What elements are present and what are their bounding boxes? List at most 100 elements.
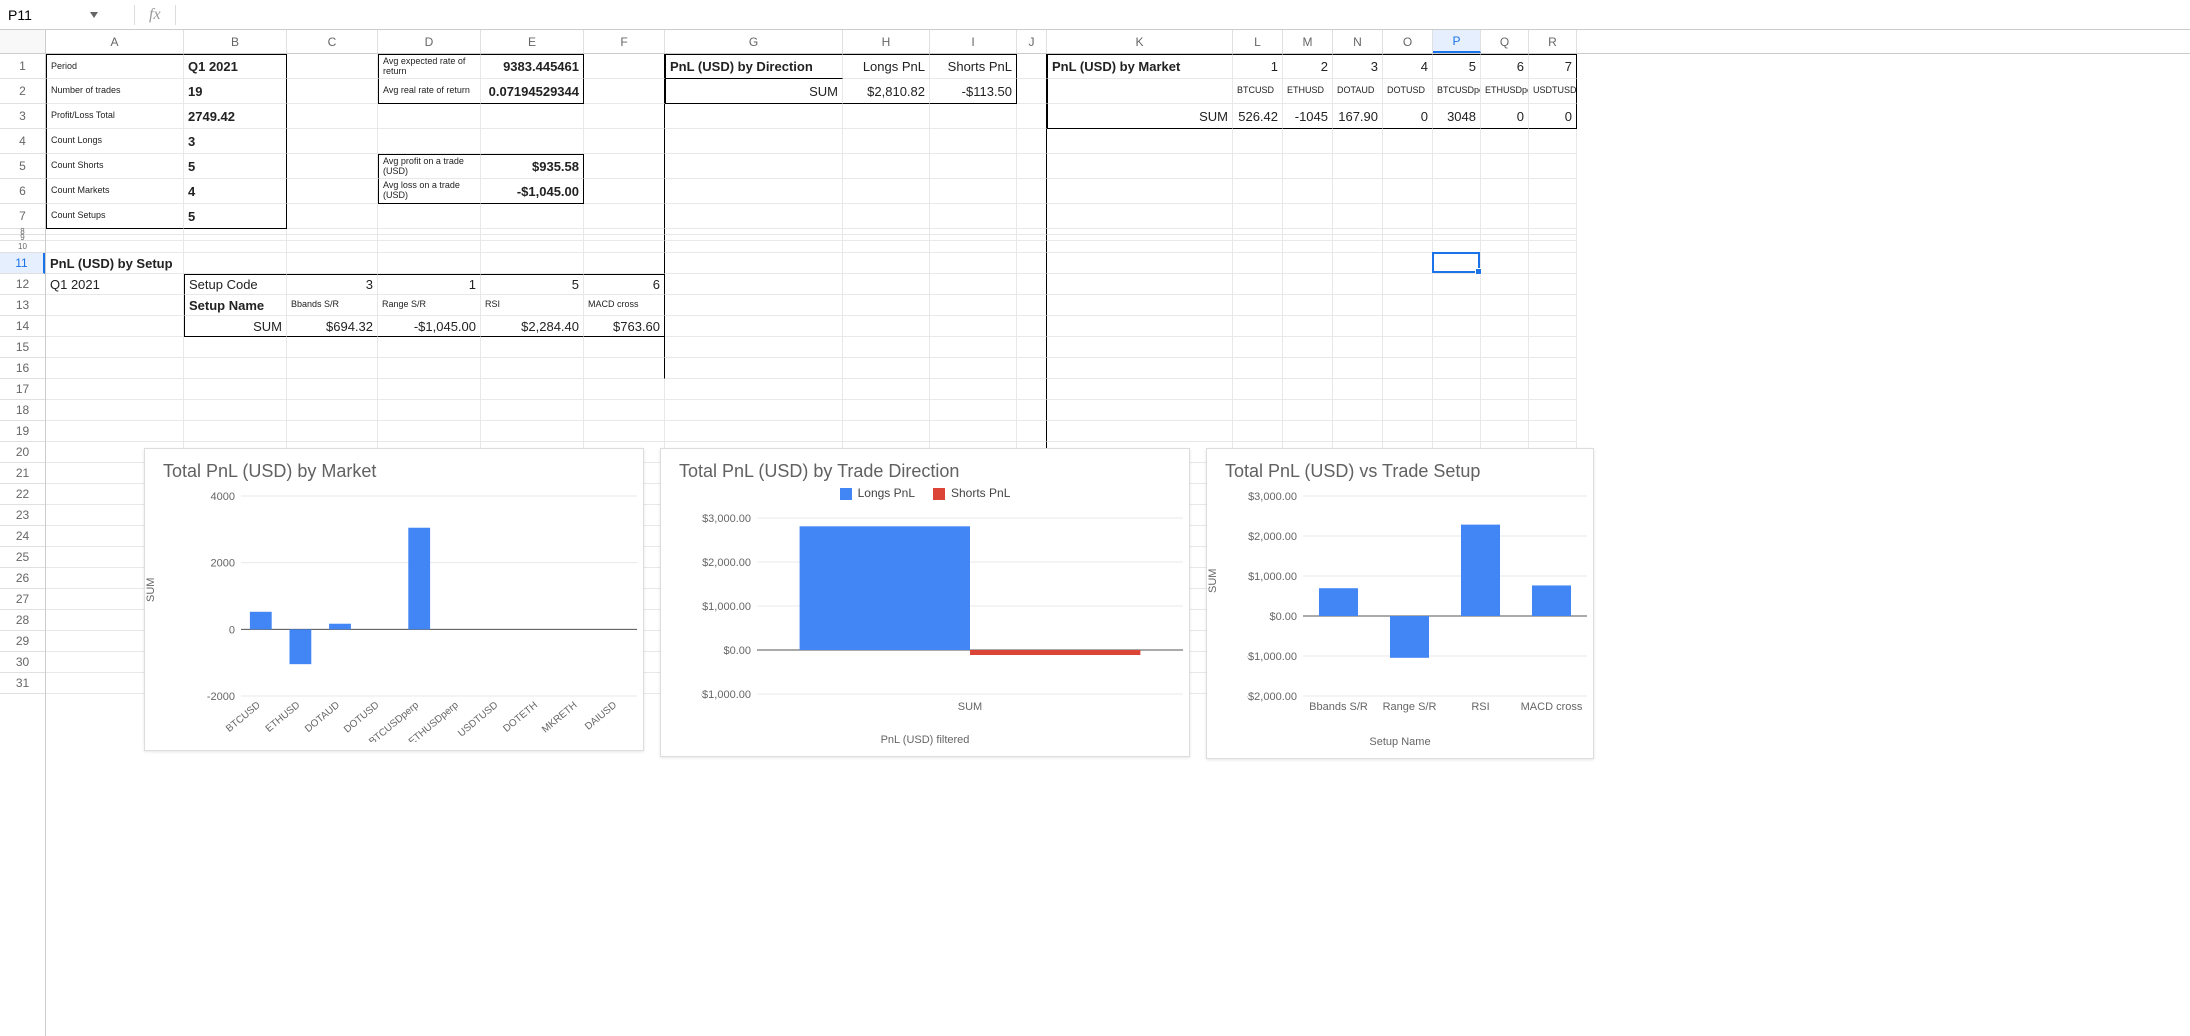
cell[interactable]: MACD cross [584, 295, 665, 316]
cell[interactable]: Profit/Loss Total [46, 104, 184, 129]
cell[interactable]: 5 [481, 274, 584, 295]
row-header[interactable]: 4 [0, 129, 45, 154]
cell[interactable] [665, 204, 843, 229]
cell[interactable] [1233, 379, 1283, 400]
row-header[interactable]: 16 [0, 358, 45, 379]
cell[interactable]: 3 [184, 129, 287, 154]
cell[interactable]: PnL (USD) by Setup [46, 253, 184, 274]
cell[interactable] [584, 154, 665, 179]
cell[interactable] [843, 274, 930, 295]
cell[interactable] [665, 316, 843, 337]
cell[interactable]: ETHUSD [1283, 79, 1333, 104]
cell[interactable]: 526.42 [1233, 104, 1283, 129]
cell[interactable] [1529, 295, 1577, 316]
cell[interactable] [378, 204, 481, 229]
cell[interactable] [1481, 400, 1529, 421]
cell[interactable]: Count Markets [46, 179, 184, 204]
cell[interactable] [1047, 204, 1233, 229]
cell[interactable] [1017, 129, 1047, 154]
cell[interactable]: PnL (USD) by Direction [665, 54, 843, 79]
cell[interactable] [1233, 241, 1283, 253]
column-header[interactable]: K [1047, 30, 1233, 53]
cell[interactable]: SUM [1047, 104, 1233, 129]
cell[interactable] [1481, 358, 1529, 379]
cell[interactable]: Number of trades [46, 79, 184, 104]
cell[interactable] [1047, 421, 1233, 442]
row-header[interactable]: 3 [0, 104, 45, 129]
cell[interactable]: 2749.42 [184, 104, 287, 129]
name-box-input[interactable] [6, 6, 86, 24]
cell[interactable] [1433, 253, 1481, 274]
cell[interactable] [1383, 154, 1433, 179]
cell[interactable]: 167.90 [1333, 104, 1383, 129]
cell[interactable]: Count Shorts [46, 154, 184, 179]
cell[interactable] [1017, 54, 1047, 79]
column-header[interactable]: M [1283, 30, 1333, 53]
cell[interactable] [584, 204, 665, 229]
cell[interactable]: DOTUSD [1383, 79, 1433, 104]
cell[interactable] [378, 400, 481, 421]
cell[interactable] [46, 316, 184, 337]
cell[interactable] [287, 358, 378, 379]
row-header[interactable]: 31 [0, 673, 45, 694]
cell[interactable] [1017, 379, 1047, 400]
cell[interactable] [584, 358, 665, 379]
cell[interactable] [481, 379, 584, 400]
cell[interactable] [930, 241, 1017, 253]
cell[interactable] [287, 129, 378, 154]
row-header[interactable]: 2 [0, 79, 45, 104]
cell[interactable]: $935.58 [481, 154, 584, 179]
row-header[interactable]: 7 [0, 204, 45, 229]
cell[interactable] [1383, 253, 1433, 274]
cell[interactable] [1283, 129, 1333, 154]
row-header[interactable]: 10 [0, 241, 45, 253]
cell[interactable] [1383, 379, 1433, 400]
cell[interactable]: Setup Code [184, 274, 287, 295]
row-header[interactable]: 27 [0, 589, 45, 610]
cell[interactable] [584, 241, 665, 253]
row-header[interactable]: 14 [0, 316, 45, 337]
cell[interactable] [1047, 316, 1233, 337]
cell[interactable] [46, 400, 184, 421]
cell[interactable] [481, 400, 584, 421]
row-header[interactable]: 17 [0, 379, 45, 400]
cell[interactable] [46, 379, 184, 400]
row-header[interactable]: 20 [0, 442, 45, 463]
cell[interactable]: DOTAUD [1333, 79, 1383, 104]
cell[interactable] [1017, 104, 1047, 129]
cell[interactable]: Setup Name [184, 295, 287, 316]
cell[interactable] [1481, 379, 1529, 400]
cell[interactable] [1383, 316, 1433, 337]
cell[interactable] [1047, 154, 1233, 179]
cell[interactable]: $694.32 [287, 316, 378, 337]
cell[interactable] [1529, 179, 1577, 204]
cell[interactable] [1529, 421, 1577, 442]
cell[interactable]: SUM [184, 316, 287, 337]
cell[interactable] [287, 79, 378, 104]
cell[interactable]: 3048 [1433, 104, 1481, 129]
chevron-down-icon[interactable] [90, 12, 98, 18]
cell[interactable]: 2 [1283, 54, 1333, 79]
cell[interactable] [665, 421, 843, 442]
cell[interactable]: 9383.445461 [481, 54, 584, 79]
cell[interactable] [843, 204, 930, 229]
cell[interactable]: Period [46, 54, 184, 79]
cell[interactable] [378, 241, 481, 253]
cell[interactable] [584, 379, 665, 400]
cell[interactable] [1529, 400, 1577, 421]
cell[interactable] [481, 204, 584, 229]
cell[interactable] [1529, 204, 1577, 229]
cell[interactable]: Count Longs [46, 129, 184, 154]
cell[interactable]: Longs PnL [843, 54, 930, 79]
row-header[interactable]: 11 [0, 253, 45, 274]
cell[interactable]: 4 [184, 179, 287, 204]
cell[interactable] [1233, 253, 1283, 274]
cell[interactable] [287, 54, 378, 79]
formula-input[interactable] [184, 0, 2184, 29]
cell[interactable] [1481, 316, 1529, 337]
column-header[interactable]: C [287, 30, 378, 53]
row-header[interactable]: 23 [0, 505, 45, 526]
cell[interactable] [1481, 204, 1529, 229]
cell[interactable] [1047, 241, 1233, 253]
cell[interactable]: 0.07194529344 [481, 79, 584, 104]
